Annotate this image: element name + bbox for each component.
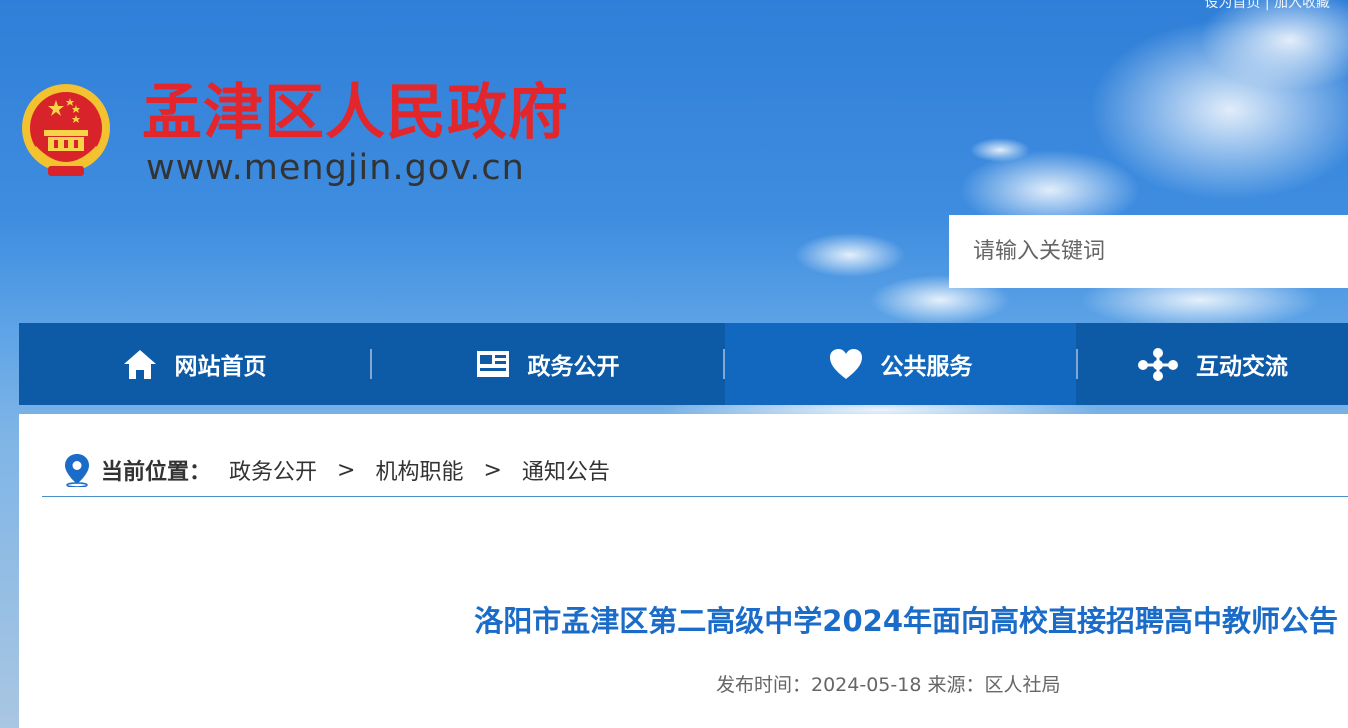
article-meta: 发布时间：2024-05-18 来源：区人社局	[716, 674, 1061, 696]
breadcrumb: 当前位置： 政务公开 > 机构职能 > 通知公告	[63, 450, 610, 490]
nav-label: 政务公开	[527, 354, 620, 380]
main-nav: 网站首页 政务公开 公共服务 互动交流	[19, 323, 1348, 405]
nav-label: 互动交流	[1196, 354, 1288, 380]
breadcrumb-separator: >	[483, 457, 502, 483]
article-title: 洛阳市孟津区第二高级中学2024年面向高校直接招聘高中教师公告	[474, 604, 1338, 638]
breadcrumb-item[interactable]: 政务公开	[229, 454, 317, 486]
breadcrumb-separator: >	[337, 457, 356, 483]
heart-icon	[829, 348, 863, 380]
top-links[interactable]: 设为首页 | 加入收藏	[1204, 0, 1330, 12]
site-title[interactable]: 孟津区人民政府	[142, 78, 569, 148]
site-url: www.mengjin.gov.cn	[146, 148, 525, 188]
breadcrumb-item[interactable]: 机构职能	[375, 454, 463, 486]
nav-item-public-service[interactable]: 公共服务	[725, 323, 1076, 405]
national-emblem-icon[interactable]	[18, 80, 114, 184]
search-input[interactable]	[949, 215, 1348, 288]
nav-label: 公共服务	[880, 354, 973, 380]
nav-item-interaction[interactable]: 互动交流	[1078, 323, 1348, 405]
breadcrumb-label: 当前位置：	[101, 460, 212, 485]
home-icon	[123, 348, 157, 380]
newspaper-icon	[476, 350, 510, 378]
content-panel: 当前位置： 政务公开 > 机构职能 > 通知公告 洛阳市孟津区第二高级中学202…	[19, 414, 1348, 728]
nav-label: 网站首页	[174, 354, 267, 380]
location-pin-icon	[63, 453, 91, 487]
share-nodes-icon	[1138, 347, 1178, 381]
nav-item-open-gov[interactable]: 政务公开	[372, 323, 723, 405]
breadcrumb-divider	[42, 496, 1348, 497]
nav-item-home[interactable]: 网站首页	[19, 323, 370, 405]
breadcrumb-item[interactable]: 通知公告	[522, 454, 610, 486]
